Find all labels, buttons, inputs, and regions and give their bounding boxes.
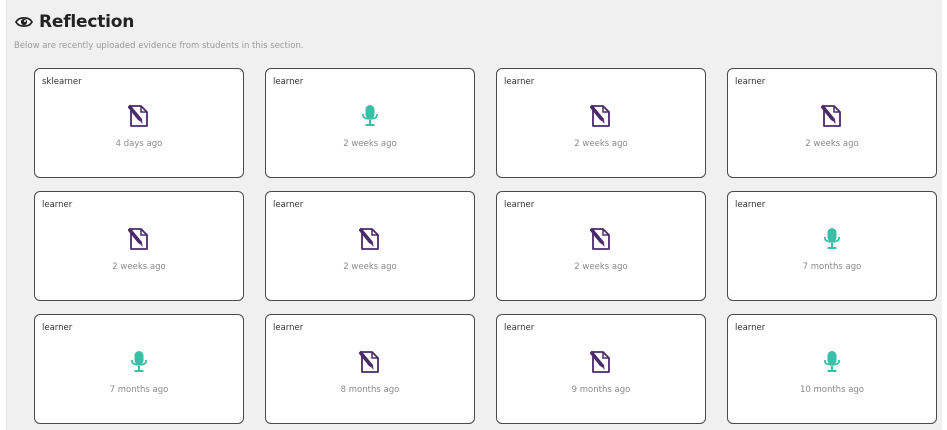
eye-icon: [15, 16, 33, 28]
section-header: Reflection: [15, 10, 134, 34]
card-username: learner: [504, 323, 535, 333]
page-title: Reflection: [39, 12, 135, 32]
card-timestamp: 2 weeks ago: [574, 139, 628, 149]
evidence-card[interactable]: learner 10 months ago: [727, 314, 937, 424]
evidence-card[interactable]: sklearner 4 days ago: [34, 68, 244, 178]
document-icon: [590, 350, 610, 373]
evidence-card[interactable]: learner 2 weeks ago: [34, 191, 244, 301]
document-icon: [590, 227, 610, 250]
evidence-card[interactable]: learner 2 weeks ago: [727, 68, 937, 178]
document-icon: [359, 350, 379, 373]
document-icon: [128, 227, 148, 250]
evidence-card[interactable]: learner 7 months ago: [34, 314, 244, 424]
card-timestamp: 9 months ago: [571, 385, 631, 395]
microphone-icon: [824, 351, 840, 372]
card-timestamp: 4 days ago: [115, 139, 163, 149]
document-icon: [128, 104, 148, 127]
card-username: learner: [504, 77, 535, 87]
card-username: learner: [42, 200, 73, 210]
card-username: learner: [735, 77, 766, 87]
evidence-card[interactable]: learner 2 weeks ago: [265, 191, 475, 301]
card-timestamp: 10 months ago: [799, 385, 865, 395]
evidence-card[interactable]: learner 8 months ago: [265, 314, 475, 424]
card-timestamp: 2 weeks ago: [805, 139, 859, 149]
microphone-icon: [362, 105, 378, 126]
card-timestamp: 2 weeks ago: [343, 139, 397, 149]
section-description: Below are recently uploaded evidence fro…: [14, 41, 304, 51]
evidence-grid: sklearner 4 days ago learner 2 weeks ago…: [34, 68, 937, 424]
document-icon: [821, 104, 841, 127]
card-username: sklearner: [42, 77, 82, 87]
microphone-icon: [824, 228, 840, 249]
card-username: learner: [273, 77, 304, 87]
card-timestamp: 8 months ago: [340, 385, 400, 395]
card-username: learner: [273, 200, 304, 210]
card-timestamp: 2 weeks ago: [112, 262, 166, 272]
card-timestamp: 2 weeks ago: [343, 262, 397, 272]
card-username: learner: [504, 200, 535, 210]
card-timestamp: 2 weeks ago: [574, 262, 628, 272]
card-username: learner: [735, 323, 766, 333]
evidence-card[interactable]: learner 2 weeks ago: [265, 68, 475, 178]
card-username: learner: [42, 323, 73, 333]
reflection-panel: Reflection Below are recently uploaded e…: [6, 0, 942, 430]
card-timestamp: 7 months ago: [802, 262, 862, 272]
card-timestamp: 7 months ago: [109, 385, 169, 395]
document-icon: [590, 104, 610, 127]
card-username: learner: [273, 323, 304, 333]
microphone-icon: [131, 351, 147, 372]
evidence-card[interactable]: learner 2 weeks ago: [496, 68, 706, 178]
evidence-card[interactable]: learner 2 weeks ago: [496, 191, 706, 301]
document-icon: [359, 227, 379, 250]
evidence-card[interactable]: learner 7 months ago: [727, 191, 937, 301]
evidence-card[interactable]: learner 9 months ago: [496, 314, 706, 424]
card-username: learner: [735, 200, 766, 210]
